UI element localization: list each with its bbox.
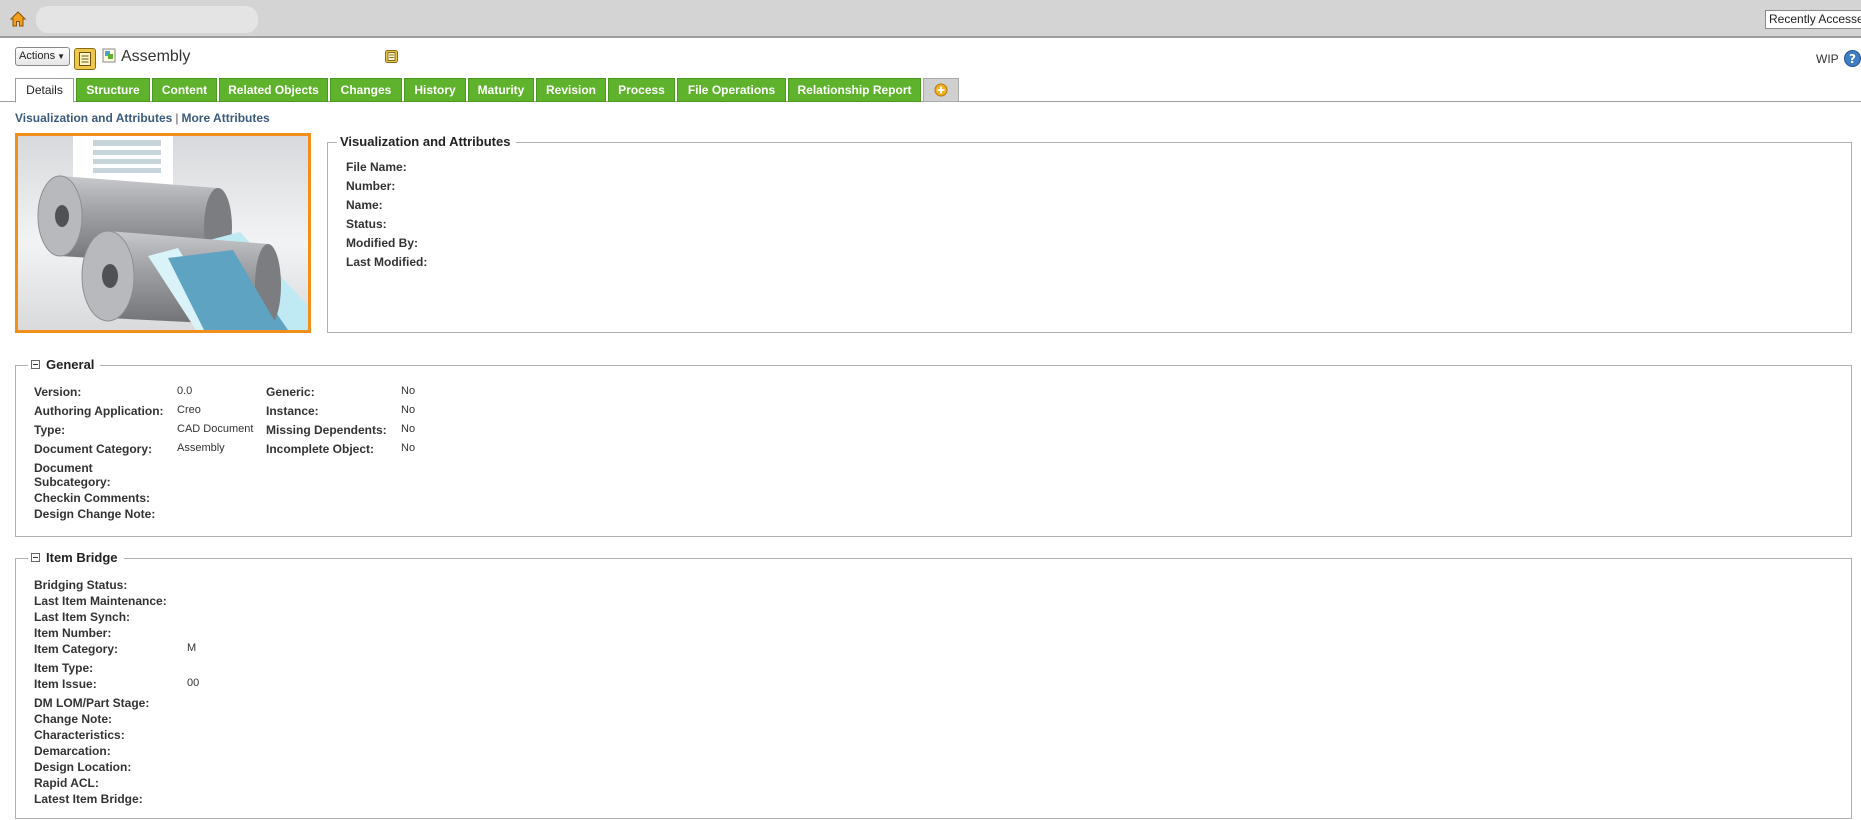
more-attributes-link[interactable]: More Attributes	[181, 111, 269, 125]
add-tab-button[interactable]	[923, 78, 959, 102]
instance-value: No	[401, 404, 416, 416]
incomplete-object-value: No	[401, 442, 416, 454]
version-value: 0.0	[177, 385, 193, 397]
item-issue-value: 00	[187, 677, 200, 689]
missing-dependents-label: Missing Dependents:	[266, 423, 387, 437]
characteristics-label: Characteristics:	[34, 728, 125, 742]
item-number-label: Item Number:	[34, 626, 112, 640]
tab-relationship-report[interactable]: Relationship Report	[788, 78, 921, 102]
help-icon[interactable]: ?	[1844, 50, 1861, 67]
item-category-value: M	[187, 642, 197, 654]
instance-label: Instance:	[266, 404, 319, 418]
dm-lom-part-stage-label: DM LOM/Part Stage:	[34, 696, 150, 710]
modified-by-label: Modified By:	[346, 236, 418, 250]
file-name-label: File Name:	[346, 160, 407, 174]
authoring-application-label: Authoring Application:	[34, 404, 164, 418]
document-subcategory-label: Document	[34, 461, 93, 475]
caret-down-icon: ▼	[57, 52, 65, 61]
search-area[interactable]	[36, 6, 258, 33]
design-location-label: Design Location:	[34, 760, 132, 774]
status-label: Status:	[346, 217, 387, 231]
document-category-label: Document Category:	[34, 442, 153, 456]
actions-label: Actions	[19, 50, 56, 62]
visualization-attributes-title: Visualization and Attributes	[337, 134, 517, 149]
collapse-icon[interactable]	[31, 360, 40, 369]
last-item-synch-label: Last Item Synch:	[34, 610, 131, 624]
visualization-attributes-panel: Visualization and Attributes	[327, 134, 1852, 333]
subnav-separator: |	[175, 111, 179, 125]
item-type-label: Item Type:	[34, 661, 94, 675]
general-title: General	[28, 357, 101, 372]
collapse-icon[interactable]	[31, 553, 40, 562]
item-bridge-panel: Item Bridge	[15, 550, 1852, 819]
tab-history[interactable]: History	[404, 78, 466, 102]
document-info-icon[interactable]	[385, 50, 398, 63]
tab-process[interactable]: Process	[608, 78, 675, 102]
page-title: Assembly	[121, 48, 191, 65]
tab-changes[interactable]: Changes	[330, 78, 402, 102]
latest-item-bridge-label: Latest Item Bridge:	[34, 792, 143, 806]
item-issue-label: Item Issue:	[34, 677, 97, 691]
item-bridge-title: Item Bridge	[28, 550, 124, 565]
change-note-label: Change Note:	[34, 712, 112, 726]
tab-structure[interactable]: Structure	[76, 78, 150, 102]
state-label: WIP	[1816, 52, 1839, 66]
version-label: Version:	[34, 385, 82, 399]
sub-navigation: Visualization and Attributes | More Attrib…	[15, 111, 270, 125]
bridging-status-label: Bridging Status:	[34, 578, 128, 592]
assembly-icon	[102, 48, 116, 63]
tab-content[interactable]: Content	[152, 78, 217, 102]
demarcation-label: Demarcation:	[34, 744, 111, 758]
item-category-label: Item Category:	[34, 642, 119, 656]
add-tab-icon	[934, 83, 948, 97]
checkin-comments-label: Checkin Comments:	[34, 491, 151, 505]
document-category-value: Assembly	[177, 442, 225, 454]
authoring-application-value: Creo	[177, 404, 201, 416]
tab-maturity[interactable]: Maturity	[468, 78, 534, 102]
recently-accessed-button[interactable]: Recently Accessed	[1765, 10, 1861, 29]
generic-label: Generic:	[266, 385, 315, 399]
document-icon[interactable]	[74, 48, 96, 70]
incomplete-object-label: Incomplete Object:	[266, 442, 375, 456]
actions-menu-button[interactable]: Actions ▼	[15, 47, 70, 66]
tab-related-objects[interactable]: Related Objects	[219, 78, 328, 102]
last-item-maintenance-label: Last Item Maintenance:	[34, 594, 167, 608]
home-icon[interactable]	[9, 10, 27, 28]
visualization-attributes-link[interactable]: Visualization and Attributes	[15, 111, 172, 125]
top-bar: Recently Accessed	[0, 0, 1861, 38]
rapid-acl-label: Rapid ACL:	[34, 776, 99, 790]
type-value: CAD Document	[177, 423, 254, 435]
document-subcategory-label-line2: Subcategory:	[34, 475, 111, 489]
missing-dependents-value: No	[401, 423, 416, 435]
generic-value: No	[401, 385, 416, 397]
last-modified-label: Last Modified:	[346, 255, 428, 269]
design-change-note-label: Design Change Note:	[34, 507, 156, 521]
number-label: Number:	[346, 179, 396, 193]
tab-details[interactable]: Details	[15, 78, 74, 103]
tab-revision[interactable]: Revision	[536, 78, 606, 102]
name-label: Name:	[346, 198, 383, 212]
type-label: Type:	[34, 423, 66, 437]
tab-file-operations[interactable]: File Operations	[677, 78, 786, 102]
visualization-thumbnail[interactable]	[15, 133, 311, 333]
svg-text:?: ?	[1849, 52, 1856, 66]
